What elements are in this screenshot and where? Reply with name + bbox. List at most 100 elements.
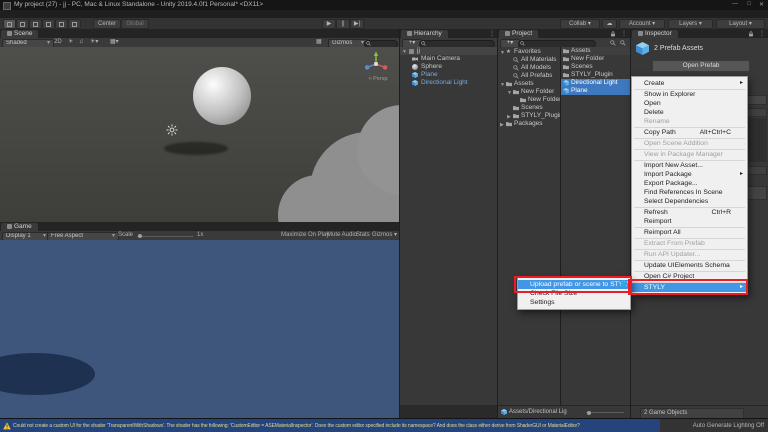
project-tree-item-new-folder[interactable]: ▼ New Folder (498, 88, 560, 96)
project-tree-item-new-folder-1[interactable]: New Folder 1 (498, 96, 560, 104)
context-menu-item-find-references-in-scene[interactable]: Find References In Scene (632, 188, 747, 197)
maximize-button-icon[interactable]: □ (747, 1, 751, 7)
context-menu-item-styly[interactable]: STYLY ▸ (632, 283, 747, 292)
thumbnail-size-slider[interactable] (586, 412, 624, 413)
context-menu-item-create[interactable]: Create ▸ (632, 79, 747, 88)
context-menu-item-delete[interactable]: Delete (632, 108, 747, 117)
project-file-directional-light[interactable]: Directional Light (561, 79, 630, 87)
project-file-scenes[interactable]: Scenes (561, 63, 630, 71)
project-file-plane[interactable]: Plane (561, 87, 630, 95)
maximize-on-play-toggle[interactable]: Maximize On Play (281, 232, 329, 239)
lock-icon[interactable] (610, 31, 616, 37)
styly-submenu-item-settings[interactable]: Settings (518, 298, 630, 307)
play-button[interactable]: ▶ (322, 19, 336, 29)
mute-audio-toggle[interactable]: Mute Audio (327, 232, 357, 239)
hierarchy-item-main-camera[interactable]: Main Camera (400, 55, 497, 63)
hierarchy-item-plane[interactable]: Plane (400, 71, 497, 79)
expand-arrow-icon[interactable]: ▶ (507, 113, 511, 120)
project-tree-item-styly-plugin[interactable]: ▶ STYLY_Plugin (498, 112, 560, 120)
minimize-button-icon[interactable]: — (732, 1, 738, 7)
tab-game[interactable]: Game (1, 223, 38, 231)
status-bar[interactable]: Could not create a custom UI for the sha… (0, 418, 768, 432)
space-toggle[interactable]: Global (121, 19, 149, 29)
project-tree-item-scenes[interactable]: Scenes (498, 104, 560, 112)
perspective-label[interactable]: < Persp (358, 76, 398, 82)
context-menu-item-show-in-explorer[interactable]: Show in Explorer (632, 90, 747, 99)
transform-tool-icon[interactable] (68, 19, 81, 29)
move-tool-icon[interactable] (16, 19, 29, 29)
kebab-menu-icon[interactable]: ⋮ (489, 30, 495, 37)
account-dropdown[interactable]: Account ▾ (619, 19, 665, 29)
context-menu-item-open-c-project[interactable]: Open C# Project (632, 272, 747, 281)
project-tree-item-favorites[interactable]: ▼ ★ Favorites (498, 48, 560, 56)
context-menu-item-export-package[interactable]: Export Package... (632, 179, 747, 188)
close-button-icon[interactable]: ✕ (759, 1, 764, 8)
kebab-menu-icon[interactable]: ⋮ (759, 30, 765, 37)
context-menu-item-update-uielements-schema[interactable]: Update UIElements Schema (632, 261, 747, 270)
expand-arrow-icon[interactable]: ▼ (402, 48, 407, 55)
expand-arrow-icon[interactable]: ▼ (500, 49, 505, 56)
context-menu-item-open[interactable]: Open (632, 99, 747, 108)
tab-hierarchy[interactable]: Hierarchy (401, 30, 448, 38)
effects-dropdown-icon[interactable]: ☀▾ (90, 39, 98, 46)
project-tree-item-assets[interactable]: ▼ Assets (498, 80, 560, 88)
hierarchy-item-directional-light[interactable]: Directional Light (400, 79, 497, 87)
kebab-menu-icon[interactable]: ⋮ (621, 30, 627, 37)
thumbnail-size-thumb[interactable] (587, 410, 591, 415)
scale-slider[interactable] (137, 235, 193, 237)
search-by-label-icon[interactable] (620, 40, 626, 46)
project-tree-item-all-models[interactable]: All Models (498, 64, 560, 72)
grid-dropdown-icon[interactable]: ▦▾ (110, 39, 119, 46)
context-menu-item-import-package[interactable]: Import Package ▸ (632, 170, 747, 179)
layers-dropdown[interactable]: Layers ▾ (668, 19, 713, 29)
lock-icon[interactable] (748, 31, 754, 37)
scene-audio-toggle-icon[interactable]: ♫ (79, 39, 84, 46)
project-file-styly-plugin[interactable]: STYLY_Plugin (561, 71, 630, 79)
scale-slider-thumb[interactable] (138, 233, 142, 238)
sphere-object[interactable] (193, 67, 251, 125)
collab-dropdown[interactable]: Collab ▾ (560, 19, 600, 29)
expand-arrow-icon[interactable]: ▼ (500, 81, 505, 88)
rect-tool-icon[interactable] (55, 19, 68, 29)
project-pane-header[interactable]: Assets (561, 47, 630, 55)
expand-arrow-icon[interactable]: ▶ (500, 121, 504, 128)
context-menu-item-reimport[interactable]: Reimport (632, 217, 747, 226)
context-menu-item-import-new-asset[interactable]: Import New Asset... (632, 161, 747, 170)
rotate-tool-icon[interactable] (29, 19, 42, 29)
directional-light-gizmo-icon[interactable] (166, 124, 178, 136)
hierarchy-scene-header[interactable]: ▼ jj (400, 47, 497, 55)
context-menu-item-reimport-all[interactable]: Reimport All (632, 228, 747, 237)
game-viewport[interactable] (0, 240, 399, 418)
styly-submenu-item-upload-prefab-or-scene-to-styly[interactable]: Upload prefab or scene to STYLY (518, 280, 630, 289)
pivot-toggle[interactable]: Center (93, 19, 121, 29)
layout-dropdown[interactable]: Layout ▾ (716, 19, 765, 29)
pan-tool-icon[interactable] (3, 19, 16, 29)
game-gizmos-dropdown[interactable]: Gizmos ▾ (372, 232, 397, 239)
2d-toggle[interactable]: 2D (54, 39, 62, 46)
styly-submenu-item-check-file-size[interactable]: Check File Size (518, 289, 630, 298)
project-tree-item-packages[interactable]: ▶ Packages (498, 120, 560, 128)
scene-orientation-gizmo[interactable] (363, 50, 389, 76)
open-prefab-button[interactable]: Open Prefab (652, 60, 750, 72)
context-menu-item-select-dependencies[interactable]: Select Dependencies (632, 197, 747, 206)
context-menu-item-refresh[interactable]: Refresh Ctrl+R (632, 208, 747, 217)
context-menu-item-copy-path[interactable]: Copy Path Alt+Ctrl+C (632, 128, 747, 137)
project-tree-item-all-prefabs[interactable]: All Prefabs (498, 72, 560, 80)
step-button[interactable]: ▶| (350, 19, 364, 29)
project-tree-item-all-materials[interactable]: All Materials (498, 56, 560, 64)
search-by-type-icon[interactable] (610, 40, 616, 46)
stats-toggle[interactable]: Stats (356, 232, 370, 239)
camera-settings-icon[interactable]: ▦ (316, 39, 322, 46)
expand-arrow-icon[interactable]: ▼ (507, 89, 512, 96)
scene-lighting-toggle-icon[interactable]: ☀ (68, 39, 73, 46)
project-file-new-folder[interactable]: New Folder (561, 55, 630, 63)
console-warning-text[interactable]: Could not create a custom UI for the sha… (13, 423, 653, 429)
pause-button[interactable]: || (336, 19, 350, 29)
cloud-icon[interactable]: ☁ (602, 19, 617, 29)
scene-viewport[interactable]: < Persp (0, 47, 399, 222)
tab-inspector[interactable]: Inspector (632, 30, 678, 38)
scale-tool-icon[interactable] (42, 19, 55, 29)
tab-project[interactable]: Project (499, 30, 539, 38)
tab-scene[interactable]: Scene (1, 30, 39, 38)
auto-generate-lighting-toggle[interactable]: Auto Generate Lighting Off (693, 423, 764, 429)
